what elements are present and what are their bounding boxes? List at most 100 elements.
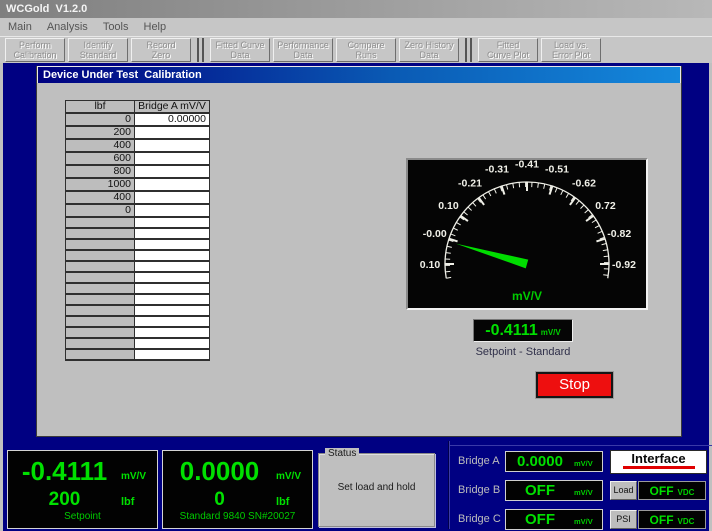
gauge-tick <box>555 188 557 193</box>
setpoint-caption: Setpoint <box>8 511 157 527</box>
load-cell <box>66 217 135 228</box>
gauge-tick <box>585 210 589 213</box>
load-cell <box>66 250 135 261</box>
menu-item-tools[interactable]: Tools <box>103 21 138 33</box>
table-header-lbf: lbf <box>66 101 135 114</box>
standard-caption: Standard 9840 SN#20027 <box>163 511 312 527</box>
bridge-value-cell[interactable] <box>135 338 210 349</box>
menu-item-analysis[interactable]: Analysis <box>47 21 97 33</box>
gauge-tick <box>464 212 468 215</box>
toolbar-button-perform-calibration[interactable]: Perform Calibration <box>5 38 65 62</box>
table-row <box>66 316 210 327</box>
gauge-tick <box>566 193 569 197</box>
menu-item-help[interactable]: Help <box>144 21 176 33</box>
table-row <box>66 239 210 250</box>
standard-display: 0.0000 mV/V 0 lbf Standard 9840 SN#20027 <box>162 450 313 529</box>
standard-load-unit: lbf <box>276 496 312 511</box>
table-row <box>66 217 210 228</box>
toolbar-button-fitted-curve-plot[interactable]: Fitted Curve Plot <box>478 38 538 62</box>
gauge-tick <box>592 220 596 223</box>
table-row <box>66 228 210 239</box>
load-cell <box>66 283 135 294</box>
bridge-value-cell[interactable] <box>135 152 210 165</box>
bridge-value-cell[interactable] <box>135 250 210 261</box>
toolbar-button-compare-runs[interactable]: Compare Runs <box>336 38 396 62</box>
toolbar-button-load-vs-error-plot[interactable]: Load vs. Error Plot <box>541 38 601 62</box>
gauge-tick <box>513 183 514 188</box>
gauge-tick <box>453 228 457 230</box>
bridge-value-cell[interactable]: 0.00000 <box>135 113 210 126</box>
toolbar-button-zero-history-data[interactable]: Zero History Data <box>399 38 459 62</box>
status-title: Status <box>325 448 359 459</box>
menu-item-main[interactable]: Main <box>8 21 41 33</box>
interface-label: Interface <box>611 451 706 466</box>
load-cell <box>66 261 135 272</box>
aux-display-psi: OFFVDC <box>638 510 706 529</box>
bridge-value-cell[interactable] <box>135 191 210 204</box>
bridge-value-cell[interactable] <box>135 204 210 217</box>
table-row <box>66 305 210 316</box>
bridge-display-bridge-a: 0.0000mV/V <box>505 451 603 472</box>
toolbar-button-record-zero[interactable]: Record Zero <box>131 38 191 62</box>
gauge-tick <box>603 250 608 251</box>
load-cell <box>66 338 135 349</box>
bridge-value-cell[interactable] <box>135 283 210 294</box>
stop-button[interactable]: Stop <box>536 372 613 398</box>
interface-button[interactable]: Interface <box>610 450 707 474</box>
bridge-value-cell[interactable] <box>135 178 210 191</box>
aux-unit: VDC <box>678 488 695 499</box>
toolbar: Perform CalibrationIdentify StandardReco… <box>0 36 712 63</box>
setpoint-load: 200 <box>8 489 121 511</box>
bridge-value-cell[interactable] <box>135 294 210 305</box>
calibration-form: Device Under Test Calibration lbfBridge … <box>36 66 682 437</box>
gauge-tick <box>456 222 460 225</box>
bridge-value-cell[interactable] <box>135 239 210 250</box>
load-cell <box>66 294 135 305</box>
bridge-value-cell[interactable] <box>135 217 210 228</box>
load-cell <box>66 316 135 327</box>
gauge-tick <box>447 246 452 247</box>
table-row <box>66 250 210 261</box>
bridge-value-cell[interactable] <box>135 126 210 139</box>
load-cell: 800 <box>66 165 135 178</box>
setpoint-unit: mV/V <box>121 471 157 486</box>
table-row <box>66 327 210 338</box>
table-row: 0 <box>66 204 210 217</box>
load-cell <box>66 239 135 250</box>
toolbar-button-identify-standard[interactable]: Identify Standard <box>68 38 128 62</box>
table-header-bridge-a-mv-v: Bridge A mV/V <box>135 101 210 114</box>
gauge-tick <box>561 190 563 194</box>
setpoint-display: -0.4111 mV/V 200 lbf Setpoint <box>7 450 158 529</box>
table-row <box>66 294 210 305</box>
toolbar-separator <box>197 38 204 62</box>
bridge-value-cell[interactable] <box>135 316 210 327</box>
setpoint-load-unit: lbf <box>121 496 157 511</box>
gauge-scale-label: 0.10 <box>420 259 441 271</box>
toolbar-button-fitted-curve-data[interactable]: Fitted Curve Data <box>210 38 270 62</box>
table-row: 400 <box>66 139 210 152</box>
gauge-scale-label: -0.62 <box>572 178 596 190</box>
bridge-value-cell[interactable] <box>135 272 210 283</box>
standard-unit: mV/V <box>276 471 312 486</box>
aux-unit: VDC <box>678 517 695 528</box>
bridge-value-cell[interactable] <box>135 327 210 338</box>
bottom-panel: -0.4111 mV/V 200 lbf Setpoint 0.0000 mV/… <box>0 437 712 531</box>
gauge-scale-label: -0.00 <box>423 228 447 240</box>
bridge-value-cell[interactable] <box>135 139 210 152</box>
window-title: WCGold V1.2.0 <box>0 0 712 18</box>
toolbar-button-performance-data[interactable]: Performance Data <box>273 38 333 62</box>
bridge-value-cell[interactable] <box>135 228 210 239</box>
bridge-value-cell[interactable] <box>135 305 210 316</box>
gauge-tick <box>473 203 476 207</box>
interface-underline <box>623 466 695 469</box>
bridge-value-cell[interactable] <box>135 165 210 178</box>
bridge-value-cell[interactable] <box>135 261 210 272</box>
bridge-value-cell[interactable] <box>135 349 210 360</box>
load-cell: 0 <box>66 204 135 217</box>
form-title-bar: Device Under Test Calibration <box>37 66 681 83</box>
gauge-tick <box>468 207 472 210</box>
table-row <box>66 349 210 360</box>
table-header-row: lbfBridge A mV/V <box>66 101 210 114</box>
menu-bar: Main Analysis Tools Help <box>0 18 712 36</box>
standard-load: 0 <box>163 489 276 511</box>
